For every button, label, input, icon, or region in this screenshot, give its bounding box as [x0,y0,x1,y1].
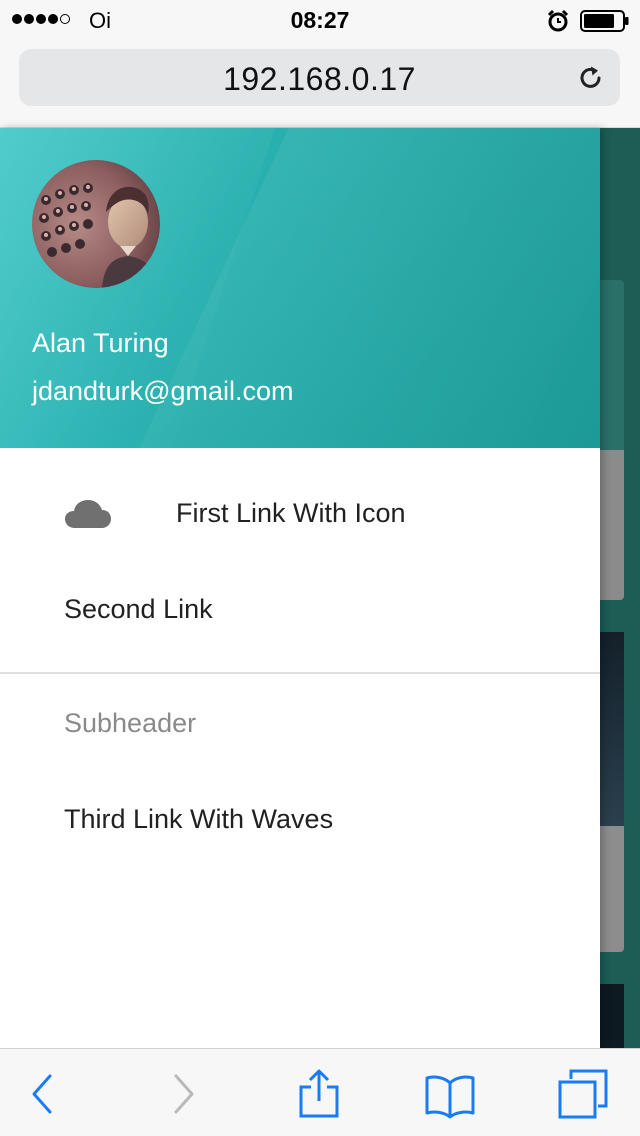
nav-link-second[interactable]: Second Link [0,560,600,656]
back-icon[interactable] [18,1069,68,1119]
user-name: Alan Turing [32,328,169,358]
background-card-footer [600,450,624,600]
nav-link-first[interactable]: First Link With Icon [0,464,600,560]
nav-link-label: Second Link [64,594,213,624]
divider [0,672,600,674]
background-card [600,984,624,1048]
user-email: jdandturk@gmail.com [32,376,294,406]
forward-icon[interactable] [158,1069,208,1119]
browser-address-area: 192.168.0.17 [0,40,640,128]
tabs-icon[interactable] [558,1069,608,1119]
avatar-image [32,160,160,288]
drawer-header: Alan Turing jdandturk@gmail.com [0,128,600,448]
browser-toolbar [0,1048,640,1136]
share-icon[interactable] [294,1069,344,1119]
alarm-icon [547,9,569,32]
status-bar: Oi 08:27 [0,0,640,40]
bookmarks-icon[interactable] [425,1069,475,1119]
side-nav-drawer: Alan Turing jdandturk@gmail.com First Li… [0,128,600,1048]
address-bar[interactable]: 192.168.0.17 [19,49,620,106]
nav-subheader: Subheader [64,708,197,738]
avatar[interactable] [32,160,160,288]
nav-link-third[interactable]: Third Link With Waves [0,770,600,866]
status-time: 08:27 [290,7,350,33]
background-page [600,128,640,1048]
background-card-footer [600,826,624,952]
reload-icon[interactable] [576,63,606,93]
nav-link-label: First Link With Icon [176,498,406,528]
nav-link-label: Third Link With Waves [64,804,334,834]
battery-icon [580,10,629,32]
url-text: 192.168.0.17 [223,61,416,97]
cloud-icon [65,500,111,528]
